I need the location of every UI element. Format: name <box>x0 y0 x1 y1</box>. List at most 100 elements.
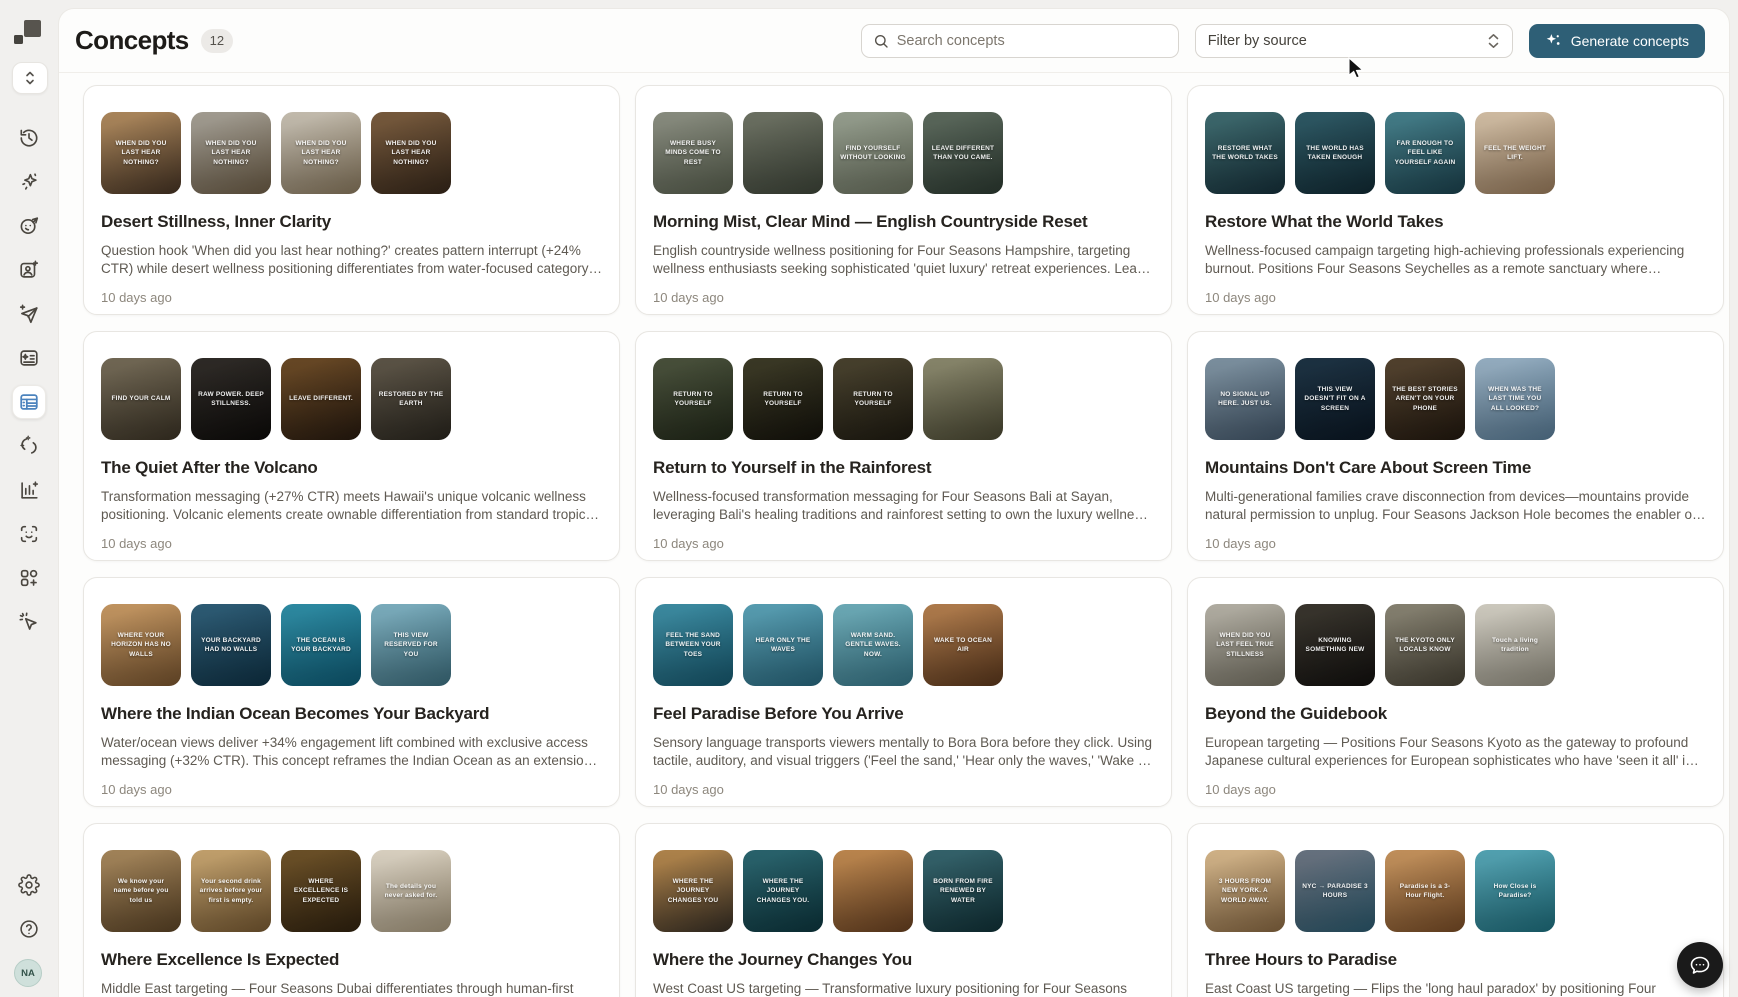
sidebar-item-campaigns[interactable] <box>17 302 41 326</box>
concept-thumbnail[interactable]: THE OCEAN IS YOUR BACKYARD <box>281 604 361 686</box>
concept-card[interactable]: We know your name before you told us You… <box>83 823 620 997</box>
concept-thumbnail[interactable]: FEEL THE SAND BETWEEN YOUR TOES <box>653 604 733 686</box>
sidebar-item-integrations[interactable] <box>17 566 41 590</box>
concept-thumbnail[interactable]: FAR ENOUGH TO FEEL LIKE YOURSELF AGAIN <box>1385 112 1465 194</box>
concept-description: Water/ocean views deliver +34% engagemen… <box>101 734 602 769</box>
concept-thumbnail[interactable]: YOUR BACKYARD HAD NO WALLS <box>191 604 271 686</box>
concept-card[interactable]: FIND YOUR CALM RAW POWER. DEEP STILLNESS… <box>83 331 620 561</box>
history-icon <box>18 127 40 149</box>
sidebar-item-help[interactable] <box>17 917 41 941</box>
concept-thumbnail[interactable]: WHEN DID YOU LAST HEAR NOTHING? <box>371 112 451 194</box>
concept-timestamp: 10 days ago <box>1205 290 1706 305</box>
concept-thumbnail[interactable]: HEAR ONLY THE WAVES <box>743 604 823 686</box>
concept-thumbnail[interactable]: NO SIGNAL UP HERE. JUST US. <box>1205 358 1285 440</box>
concept-thumbnail[interactable]: LEAVE DIFFERENT. <box>281 358 361 440</box>
sidebar-item-generate[interactable] <box>17 170 41 194</box>
concept-thumbnail[interactable]: NYC → PARADISE 3 HOURS <box>1295 850 1375 932</box>
concept-thumbnail[interactable]: THIS VIEW DOESN'T FIT ON A SCREEN <box>1295 358 1375 440</box>
concept-thumbnail[interactable]: WHEN DID YOU LAST HEAR NOTHING? <box>281 112 361 194</box>
concept-card[interactable]: WHEN DID YOU LAST HEAR NOTHING? WHEN DID… <box>83 85 620 315</box>
chart-plus-icon <box>18 479 40 501</box>
thumbnail-row: WHERE BUSY MINDS COME TO REST FIND YOURS… <box>653 112 1154 194</box>
sidebar-item-reactions[interactable] <box>17 214 41 238</box>
sidebar-item-automation[interactable] <box>17 610 41 634</box>
concept-title: Beyond the Guidebook <box>1205 704 1706 724</box>
user-avatar[interactable]: NA <box>14 959 42 987</box>
concept-thumbnail[interactable]: Paradise is a 3-Hour Flight. <box>1385 850 1465 932</box>
concept-thumbnail[interactable]: The details you never asked for. <box>371 850 451 932</box>
thumbnail-caption: RAW POWER. DEEP STILLNESS. <box>191 390 271 408</box>
concept-card[interactable]: WHERE YOUR HORIZON HAS NO WALLS YOUR BAC… <box>83 577 620 807</box>
sidebar-item-personas[interactable] <box>17 258 41 282</box>
concept-thumbnail[interactable]: WHERE BUSY MINDS COME TO REST <box>653 112 733 194</box>
concept-thumbnail[interactable]: WHEN WAS THE LAST TIME YOU ALL LOOKED? <box>1475 358 1555 440</box>
concept-thumbnail[interactable]: WHERE EXCELLENCE IS EXPECTED <box>281 850 361 932</box>
concept-thumbnail[interactable]: WHERE YOUR HORIZON HAS NO WALLS <box>101 604 181 686</box>
sparkle-star-icon <box>18 171 40 193</box>
table-icon <box>18 391 40 413</box>
concept-thumbnail[interactable] <box>743 112 823 194</box>
chat-support-button[interactable] <box>1677 942 1723 988</box>
generate-concepts-button[interactable]: Generate concepts <box>1529 24 1705 58</box>
concept-thumbnail[interactable]: Touch a living tradition <box>1475 604 1555 686</box>
concept-thumbnail[interactable]: THE WORLD HAS TAKEN ENOUGH <box>1295 112 1375 194</box>
concept-card[interactable]: WHERE BUSY MINDS COME TO REST FIND YOURS… <box>635 85 1172 315</box>
sidebar-item-history[interactable] <box>17 126 41 150</box>
concept-thumbnail[interactable]: WHERE THE JOURNEY CHANGES YOU. <box>743 850 823 932</box>
concept-description: Question hook 'When did you last hear no… <box>101 242 602 277</box>
concept-thumbnail[interactable]: FIND YOUR CALM <box>101 358 181 440</box>
sidebar-collapse-button[interactable] <box>12 62 48 94</box>
concept-thumbnail[interactable]: RAW POWER. DEEP STILLNESS. <box>191 358 271 440</box>
concept-title: Where Excellence Is Expected <box>101 950 602 970</box>
concept-card[interactable]: RESTORE WHAT THE WORLD TAKES THE WORLD H… <box>1187 85 1724 315</box>
sidebar-item-audience[interactable] <box>17 522 41 546</box>
concept-thumbnail[interactable]: KNOWING SOMETHING NEW <box>1295 604 1375 686</box>
concept-thumbnail[interactable]: FEEL THE WEIGHT LIFT. <box>1475 112 1555 194</box>
thumbnail-caption: THE KYOTO ONLY LOCALS KNOW <box>1385 636 1465 654</box>
concept-thumbnail[interactable]: RETURN TO YOURSELF <box>653 358 733 440</box>
concept-thumbnail[interactable]: FIND YOURSELF WITHOUT LOOKING <box>833 112 913 194</box>
app-logo[interactable] <box>14 20 41 44</box>
concept-thumbnail[interactable]: THIS VIEW RESERVED FOR YOU <box>371 604 451 686</box>
sidebar-item-settings[interactable] <box>17 873 41 897</box>
concept-card[interactable]: WHEN DID YOU LAST FEEL TRUE STILLNESS KN… <box>1187 577 1724 807</box>
concept-thumbnail[interactable]: RESTORED BY THE EARTH <box>371 358 451 440</box>
concept-card[interactable]: FEEL THE SAND BETWEEN YOUR TOES HEAR ONL… <box>635 577 1172 807</box>
concept-thumbnail[interactable]: BORN FROM FIRE RENEWED BY WATER <box>923 850 1003 932</box>
concept-thumbnail[interactable]: RESTORE WHAT THE WORLD TAKES <box>1205 112 1285 194</box>
sidebar-item-creatives[interactable] <box>17 346 41 370</box>
main-panel: Concepts 12 Filter by source Generate co… <box>58 8 1730 997</box>
concept-thumbnail[interactable]: WAKE TO OCEAN AIR <box>923 604 1003 686</box>
sidebar-item-concepts[interactable] <box>12 385 46 419</box>
concept-thumbnail[interactable]: Your second drink arrives before your fi… <box>191 850 271 932</box>
concept-thumbnail[interactable]: 3 HOURS FROM NEW YORK. A WORLD AWAY. <box>1205 850 1285 932</box>
concept-thumbnail[interactable]: RETURN TO YOURSELF <box>833 358 913 440</box>
concept-thumbnail[interactable]: THE KYOTO ONLY LOCALS KNOW <box>1385 604 1465 686</box>
thumbnail-caption: RETURN TO YOURSELF <box>833 390 913 408</box>
concept-thumbnail[interactable]: We know your name before you told us <box>101 850 181 932</box>
concept-thumbnail[interactable] <box>923 358 1003 440</box>
concept-thumbnail[interactable]: WHEN DID YOU LAST HEAR NOTHING? <box>191 112 271 194</box>
concept-thumbnail[interactable] <box>833 850 913 932</box>
sidebar-item-remix[interactable] <box>17 434 41 458</box>
search-input[interactable] <box>897 33 1167 49</box>
filter-by-source-select[interactable]: Filter by source <box>1195 24 1513 58</box>
concept-thumbnail[interactable]: WHEN DID YOU LAST FEEL TRUE STILLNESS <box>1205 604 1285 686</box>
concept-thumbnail[interactable]: WARM SAND. GENTLE WAVES. NOW. <box>833 604 913 686</box>
concept-thumbnail[interactable]: How Close is Paradise? <box>1475 850 1555 932</box>
concept-description: East Coast US targeting — Flips the 'lon… <box>1205 980 1706 997</box>
concept-thumbnail[interactable]: RETURN TO YOURSELF <box>743 358 823 440</box>
concept-thumbnail[interactable]: WHERE THE JOURNEY CHANGES YOU <box>653 850 733 932</box>
search-concepts-box[interactable] <box>861 24 1179 58</box>
concept-card[interactable]: RETURN TO YOURSELF RETURN TO YOURSELF RE… <box>635 331 1172 561</box>
concept-thumbnail[interactable]: THE BEST STORIES AREN'T ON YOUR PHONE <box>1385 358 1465 440</box>
thumbnail-caption: RESTORE WHAT THE WORLD TAKES <box>1205 144 1285 162</box>
concept-card[interactable]: WHERE THE JOURNEY CHANGES YOU WHERE THE … <box>635 823 1172 997</box>
sidebar-item-analytics[interactable] <box>17 478 41 502</box>
concept-card[interactable]: NO SIGNAL UP HERE. JUST US. THIS VIEW DO… <box>1187 331 1724 561</box>
thumbnail-caption: The details you never asked for. <box>371 882 451 900</box>
concept-card[interactable]: 3 HOURS FROM NEW YORK. A WORLD AWAY. NYC… <box>1187 823 1724 997</box>
concept-thumbnail[interactable]: LEAVE DIFFERENT THAN YOU CAME. <box>923 112 1003 194</box>
thumbnail-caption: THIS VIEW DOESN'T FIT ON A SCREEN <box>1295 385 1375 412</box>
concept-thumbnail[interactable]: WHEN DID YOU LAST HEAR NOTHING? <box>101 112 181 194</box>
